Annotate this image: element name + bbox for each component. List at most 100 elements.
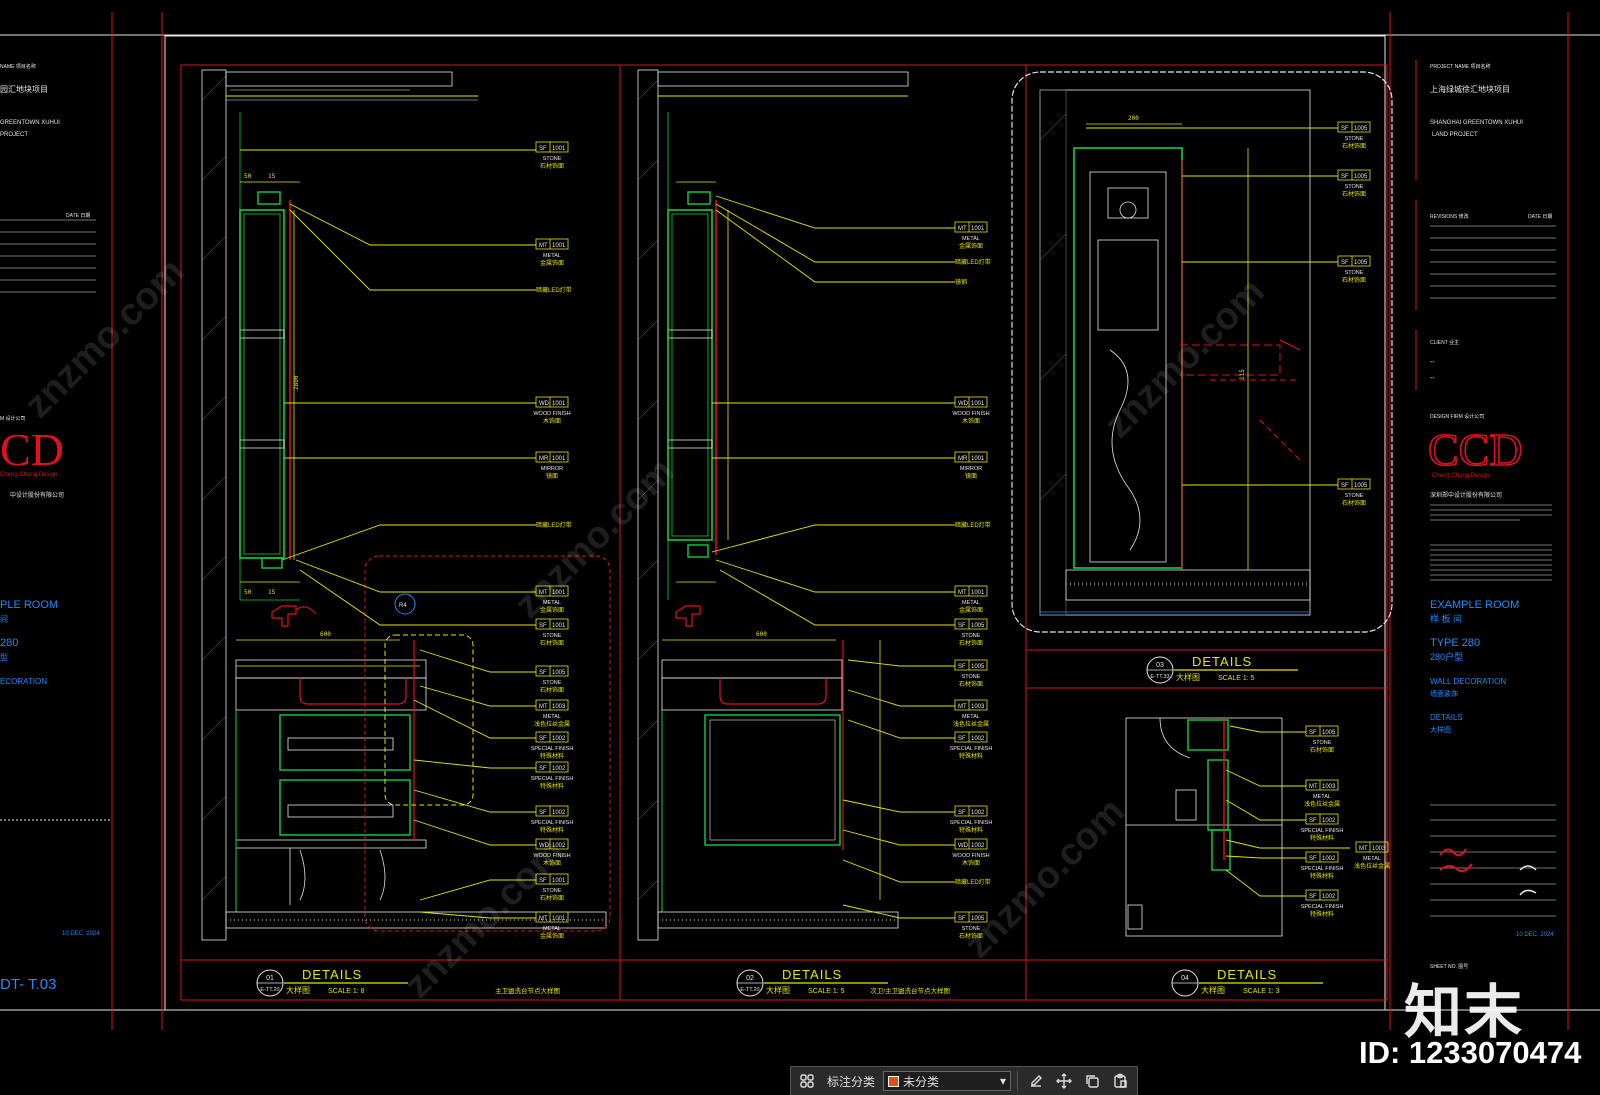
watermark-id: ID: 1233070474 [1359,1035,1582,1070]
tag-name: STONE [1345,184,1364,190]
p2-tag-6: 暗藏LED灯带 [955,521,991,529]
tag-num: 1001 [552,243,566,249]
tag-num: 1001 [971,590,985,596]
tag-code: SF [1309,894,1317,900]
tag-cn: 浅色拉丝金属 [953,720,989,728]
title-scale: SCALE 1: 5 [1218,675,1255,682]
tag-num: 1001 [552,623,566,629]
dim-600-p2: 600 [756,631,767,638]
title-cn: 大样图 [766,985,790,995]
tag-code: WD [958,843,969,849]
tag-num: 1002 [1322,818,1336,824]
left-type: 280 [0,637,18,649]
p1-tag-10: MT 1003 METAL浅色拉丝金属 [534,699,570,728]
tag-code: SF [1341,483,1349,489]
tag-num: 1002 [971,810,985,816]
title-ref: E-TT.33 [1150,674,1169,680]
tag-code: SF [1341,126,1349,132]
p1-tag-1: SF 1001 STONE石材饰面 [535,141,569,170]
left-type-cn: 型 [0,653,8,662]
paste-icon[interactable] [1108,1070,1132,1092]
tag-code: WD [539,401,550,407]
tag-cn: 石材饰面 [1310,746,1334,754]
svg-text:中设计股份有限公司: 中设计股份有限公司 [10,491,64,499]
room-en: EXAMPLE ROOM [1430,599,1519,611]
cad-drawing-canvas[interactable]: NAME 项目名称 园汇地块项目 GREENTOWN XUHUI PROJECT… [0,0,1600,1095]
tag-num: 1001 [971,456,985,462]
p2-tag-4: WD 1001 WOOD FINISH木饰面 [952,396,990,425]
title-id: 01 [266,975,274,982]
left-title-block: NAME 项目名称 园汇地块项目 GREENTOWN XUHUI PROJECT… [0,63,100,993]
tag-num: 1002 [552,810,566,816]
title-cn: 大样图 [1176,672,1200,682]
category-selected-value: 未分类 [903,1074,940,1089]
detail-panel-1[interactable]: 50 15 50 15 2800 600 R4 SF 1001STONE石材饰面… [201,69,611,941]
title-scale: SCALE 1: 3 [1243,988,1280,995]
tag-name: STONE [962,633,981,639]
tag-cn: 石材饰面 [1342,276,1366,284]
tag-cn: 镜面 [546,472,558,480]
tag-name: STONE [962,674,981,680]
tag-code: MR [539,456,549,462]
tag-cn: 木饰面 [543,417,561,425]
tag-cn: 特殊材料 [540,752,564,760]
tag-code: MT [539,704,548,710]
annotation-category-select[interactable]: 未分类 ▾ [883,1071,1012,1091]
title-cn: 大样图 [1201,985,1225,995]
tag-num: 1002 [552,736,566,742]
tag-cn: 暗藏LED灯带 [536,286,572,294]
p2-tag-14: 暗藏LED灯带 [955,878,991,886]
svg-text:CD: CD [0,424,64,475]
p2-tag-9: SF 1005 STONE石材饰面 [954,659,988,688]
p1-tag-9: SF 1005 STONE石材饰面 [535,665,569,694]
p1-tag-12: SF 1002 SPECIAL FINISH特殊材料 [531,761,574,790]
p2-tag-13: WD 1002 WOOD FINISH木饰面 [952,838,990,867]
tag-name: METAL [543,926,561,932]
left-project-en2: PROJECT [0,132,28,138]
p2-tag-7: MT 1001 METAL金属饰面 [954,585,988,614]
tag-num: 1001 [971,226,985,232]
svg-text:间: 间 [0,615,8,624]
panel-title-3: 03 E-TT.33 DETAILS 大样图 SCALE 1: 5 [1146,654,1298,684]
p2-tag-12: SF 1002 SPECIAL FINISH特殊材料 [950,805,992,834]
tag-name: SPECIAL FINISH [531,820,574,826]
left-date-label: DATE 日期 [66,213,90,219]
tag-name: STONE [543,888,562,894]
tag-name: MIRROR [960,466,982,472]
title-details: DETAILS [302,967,362,982]
detail-panel-4[interactable]: SF 1005STONE石材饰面MT 1003METAL浅色拉丝金属SF 1002SP… [1125,717,1390,937]
tag-code: MT [1359,846,1368,852]
tag-cn: 浅色拉丝金属 [1304,800,1340,808]
left-issue-date: 10 DEC. 2024 [62,931,100,937]
title-cn: 大样图 [286,985,310,995]
tag-cn: 金属饰面 [540,259,564,267]
svg-text:R4: R4 [399,603,407,609]
tag-cn: 石材饰面 [959,639,983,647]
p2-tag-8: SF 1005 STONE石材饰面 [954,618,988,647]
copy-icon[interactable] [1080,1070,1104,1092]
tag-code: SF [958,916,966,922]
tag-cn: 石材饰面 [540,162,564,170]
tag-num: 1002 [1322,856,1336,862]
tag-name: SPECIAL FINISH [531,776,574,782]
detail-panel-2[interactable]: 600 MT 1001METAL金属饰面暗藏LED灯带镜钢WD 1001WOOD F… [637,69,992,941]
firm-cn: 深圳郑中设计股份有限公司 [1430,491,1502,499]
left-project-en: GREENTOWN XUHUI [0,120,60,126]
p1-tag-13: SF 1002SPECIAL FINISH特殊材料 [531,805,574,834]
grid-icon[interactable] [795,1070,819,1092]
p4-tag-2: MT 1003 METAL浅色拉丝金属 [1304,779,1340,808]
edit-icon[interactable] [1024,1070,1048,1092]
tag-name: SPECIAL FINISH [1301,904,1344,910]
svg-text:znzmo.com: znzmo.com [17,250,193,426]
annotation-category-label: 标注分类 [827,1074,876,1089]
left-room: PLE ROOM [0,599,58,611]
tag-name: STONE [543,156,562,162]
tag-cn: 石材饰面 [540,894,564,902]
move-icon[interactable] [1052,1070,1076,1092]
tag-code: MT [958,590,967,596]
left-decoration: ECORATION [0,677,47,686]
tag-cn: 金属饰面 [959,242,983,250]
title-scale: SCALE 1: 8 [328,988,365,995]
p1-tag-11: SF 1002 SPECIAL FINISH特殊材料 [531,731,573,760]
tag-cn: 石材饰面 [540,686,564,694]
